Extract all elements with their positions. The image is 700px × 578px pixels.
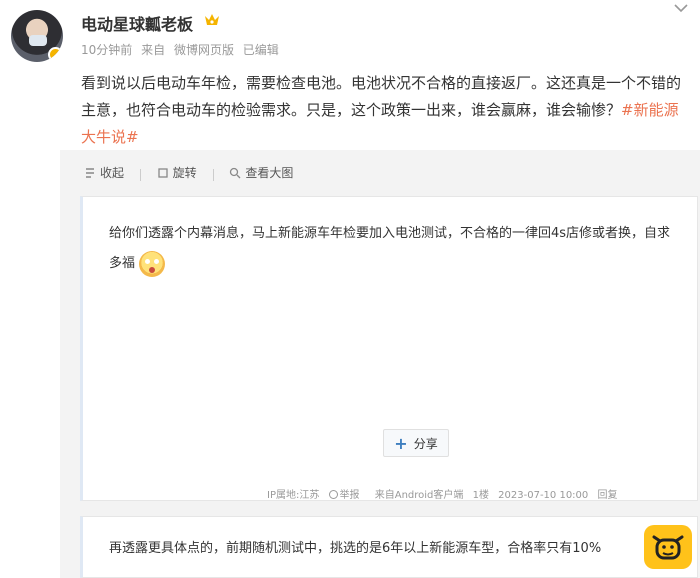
username[interactable]: 电动星球瓤老板 [81, 11, 193, 35]
surprised-face-icon [139, 250, 166, 277]
post-text: 看到说以后电动车年检，需要检查电池。电池状况不合格的直接返厂。这还真是一个不错的… [81, 74, 682, 119]
chevron-down-icon[interactable] [672, 2, 690, 14]
comment-datetime: 2023-07-10 10:00 [498, 490, 589, 501]
rotate-label: 旋转 [172, 166, 197, 180]
post-meta: 10分钟前 来自 微博网页版 已编辑 [81, 41, 284, 58]
cow-logo-graphic [652, 535, 684, 560]
share-label: 分享 [413, 436, 438, 451]
edited-label[interactable]: 已编辑 [243, 43, 279, 57]
post-time: 10分钟前 [81, 43, 133, 57]
avatar-face-mask [29, 35, 47, 46]
avatar[interactable] [11, 10, 63, 62]
report-label: 举报 [339, 490, 360, 501]
floor-number: 1楼 [472, 490, 489, 501]
comment-footer: IP属地:江苏 举报 来自Android客户端 1楼 2023-07-10 10… [267, 486, 623, 501]
rotate-icon [158, 167, 168, 178]
image-toolbar: 收起 旋转 查看大图 [84, 164, 305, 182]
report-icon [328, 490, 338, 499]
quoted-comment-card: 给你们透露个内幕消息，马上新能源车年检要加入电池测试，不合格的一律回4s店修或者… [80, 196, 698, 501]
collect-button[interactable]: 收起 [84, 164, 124, 181]
ip-location: IP属地:江苏 [267, 490, 320, 501]
post-body: 看到说以后电动车年检，需要检查电池。电池状况不合格的直接返厂。这还真是一个不错的… [81, 70, 693, 151]
collapse-icon [86, 167, 94, 178]
quoted-comment-card-2: 再透露更具体点的，前期随机测试中，挑选的是6年以上新能源车型，合格率只有10% [80, 516, 698, 578]
toolbar-divider [139, 169, 141, 181]
share-button[interactable]: + 分享 [383, 429, 449, 457]
rotate-button[interactable]: 旋转 [157, 164, 197, 181]
quoted-comment: 给你们透露个内幕消息，马上新能源车年检要加入电池测试，不合格的一律回4s店修或者… [109, 219, 675, 279]
collect-label: 收起 [100, 166, 125, 180]
report-link[interactable]: 举报 [328, 490, 366, 501]
client-source: 来自Android客户端 [374, 490, 464, 501]
reply-link[interactable]: 回复 [597, 490, 617, 501]
source-prefix: 来自 [141, 43, 166, 57]
post-image[interactable]: 收起 旋转 查看大图 给你们透露个内幕消息，马上新能源车年检要加入电池测试，不合… [60, 150, 700, 578]
view-large-label: 查看大图 [245, 166, 294, 180]
post-source[interactable]: 微博网页版 [174, 43, 234, 57]
plus-icon: + [394, 433, 408, 453]
quoted-comment-2: 再透露更具体点的，前期随机测试中，挑选的是6年以上新能源车型，合格率只有10% [109, 541, 602, 556]
zoom-icon [230, 167, 241, 178]
toolbar-divider [212, 169, 214, 181]
cow-logo-icon [644, 525, 692, 569]
view-large-button[interactable]: 查看大图 [229, 164, 293, 181]
crown-icon [205, 14, 219, 25]
quoted-comment-text: 给你们透露个内幕消息，马上新能源车年检要加入电池测试，不合格的一律回4s店修或者… [109, 226, 671, 271]
verified-badge-icon [48, 47, 63, 62]
